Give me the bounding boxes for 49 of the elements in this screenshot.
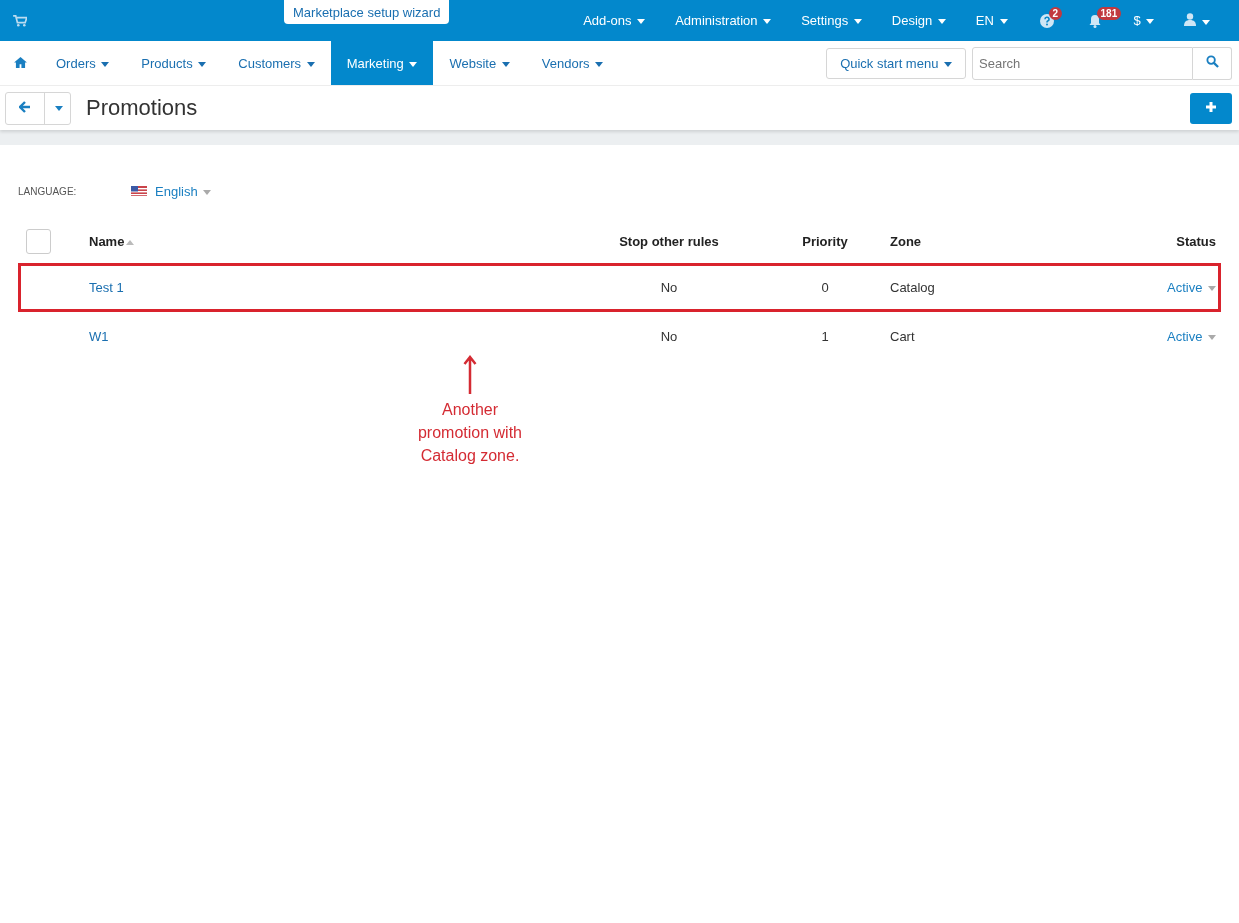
table-cell: 1 (821, 329, 829, 344)
column-header: Zone (890, 233, 922, 249)
quick-start-button[interactable]: Quick start menu (826, 47, 966, 79)
home-icon (14, 56, 27, 68)
top-menu[interactable]: Settings (786, 0, 877, 41)
nav-tab[interactable]: Website (433, 41, 526, 85)
back-arrow-icon (19, 100, 31, 113)
sort-icon (126, 239, 135, 245)
user-icon (1184, 12, 1197, 26)
table-cell: 0 (821, 280, 829, 295)
add-button[interactable] (1190, 92, 1232, 124)
select-all-checkbox[interactable] (26, 228, 51, 254)
cart-icon[interactable] (13, 14, 27, 27)
column-header: Priority (802, 233, 848, 249)
nav-tab[interactable]: Orders (40, 41, 126, 85)
notification-badge: 2 (1048, 7, 1063, 20)
language-dropdown[interactable]: English (155, 183, 212, 199)
table-cell: No (660, 280, 678, 295)
status-dropdown[interactable]: Active (1167, 280, 1216, 295)
promotion-link[interactable]: W1 (89, 329, 109, 344)
column-header: Stop other rules (619, 233, 719, 249)
top-menu[interactable]: Design (876, 0, 961, 41)
annotation-text: Another promotion with Catalog zone. (417, 400, 522, 466)
nav-tab[interactable]: Products (125, 41, 223, 85)
bell-icon[interactable] (1087, 13, 1102, 28)
nav-tab[interactable]: Vendors (525, 41, 620, 85)
table-cell: Cart (890, 329, 915, 344)
search-button[interactable] (1193, 46, 1232, 80)
top-menu[interactable]: Add-ons (568, 0, 661, 41)
notification-badge: 181 (1096, 7, 1122, 20)
help-icon[interactable] (1039, 13, 1054, 28)
top-menu[interactable]: EN (960, 0, 1023, 41)
search-field[interactable]: Search (972, 46, 1193, 80)
search-icon (1205, 55, 1219, 68)
flag-icon (131, 186, 147, 196)
nav-tab[interactable]: Marketing (330, 41, 434, 85)
table-cell: No (660, 329, 678, 344)
wizard-tab[interactable]: Marketplace setup wizard (284, 0, 450, 24)
language-label: LANGUAGE: (18, 185, 78, 197)
column-header[interactable]: Name (89, 233, 125, 249)
plus-icon (1205, 100, 1217, 113)
table-cell: Catalog (890, 280, 935, 295)
top-menu[interactable]: Administration (660, 0, 787, 41)
promotion-link[interactable]: Test 1 (89, 280, 124, 295)
column-header: Status (1176, 233, 1216, 249)
status-dropdown[interactable]: Active (1167, 329, 1216, 344)
nav-tab[interactable]: Customers (222, 41, 331, 85)
page-title: Promotions (86, 95, 198, 121)
arrow-icon (463, 355, 477, 395)
